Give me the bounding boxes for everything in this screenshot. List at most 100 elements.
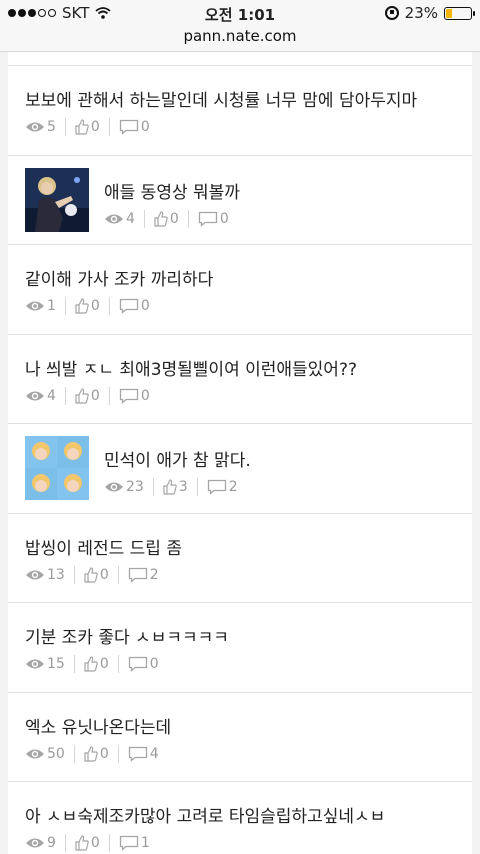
meta-divider <box>196 478 198 496</box>
like-count: 0 <box>75 388 100 404</box>
comment-count: 1 <box>119 835 150 851</box>
like-count: 0 <box>75 835 100 851</box>
like-count: 0 <box>75 298 100 314</box>
post-meta: 4 0 0 <box>104 209 229 228</box>
post-thumbnail <box>25 167 89 232</box>
post-meta: 1 0 0 <box>25 297 150 315</box>
thumbs-up-icon <box>163 479 177 495</box>
thumbs-up-icon <box>75 298 89 314</box>
comment-count: 0 <box>119 119 150 135</box>
post-item[interactable]: 아 ㅅㅂ숙제조카많아 고려로 타임슬립하고싶네ㅅㅂ 9 0 1 <box>8 782 472 854</box>
post-item[interactable]: 애들 동영상 뭐볼까 4 0 0 <box>8 156 472 245</box>
post-meta: 13 0 2 <box>25 565 159 584</box>
eye-icon <box>105 214 123 223</box>
eye-icon <box>26 659 44 669</box>
post-title: 애들 동영상 뭐볼까 <box>104 182 240 203</box>
post-item[interactable]: 밥씽이 레전드 드립 좀 13 0 2 <box>8 514 472 603</box>
thumbs-up-icon <box>75 835 89 851</box>
comment-count: 0 <box>128 656 159 672</box>
thumbs-up-icon <box>75 119 89 135</box>
post-item[interactable]: 보보에 관해서 하는말인데 시청률 너무 맘에 담아두지마 5 0 0 <box>8 66 472 156</box>
url-text: pann.nate.com <box>183 27 297 45</box>
meta-divider <box>64 834 66 852</box>
view-count: 23 <box>104 479 144 495</box>
comment-icon <box>119 119 138 135</box>
comment-icon <box>207 479 226 495</box>
view-count: 15 <box>25 656 65 672</box>
eye-icon <box>26 122 44 132</box>
post-meta: 15 0 0 <box>25 655 159 673</box>
status-bar: SKT 오전 1:01 23% <box>0 0 480 26</box>
view-count: 50 <box>25 746 65 762</box>
thumbs-up-icon <box>154 210 168 227</box>
url-bar[interactable]: pann.nate.com <box>0 26 480 52</box>
wifi-icon <box>95 7 111 19</box>
eye-icon <box>105 482 123 492</box>
view-count: 9 <box>25 835 56 851</box>
view-count: 13 <box>25 567 65 583</box>
battery-percent: 23% <box>404 4 438 22</box>
thumbs-up-icon <box>84 566 98 583</box>
post-list: 보보에 관해서 하는말인데 시청률 너무 맘에 담아두지마 5 0 0 애들 동… <box>8 52 472 854</box>
like-count: 0 <box>84 746 109 762</box>
like-count: 0 <box>84 656 109 672</box>
eye-icon <box>26 391 44 400</box>
post-meta: 9 0 1 <box>25 834 150 852</box>
post-title: 밥씽이 레전드 드립 좀 <box>25 538 182 559</box>
meta-divider <box>108 118 110 136</box>
meta-divider <box>108 297 110 315</box>
like-count: 0 <box>75 119 100 135</box>
battery-icon <box>444 6 475 20</box>
meta-divider <box>73 565 75 584</box>
comment-icon <box>119 835 138 851</box>
post-item[interactable]: 엑소 유닛나온다는데 50 0 4 <box>8 693 472 782</box>
post-title: 민석이 애가 참 맑다. <box>104 451 251 471</box>
like-count: 3 <box>163 479 188 495</box>
meta-divider <box>64 297 66 315</box>
eye-icon <box>26 749 44 758</box>
post-meta: 50 0 4 <box>25 744 159 763</box>
post-meta: 4 0 0 <box>25 386 150 405</box>
eye-icon <box>26 570 44 579</box>
meta-divider <box>152 478 154 496</box>
view-count: 1 <box>25 298 56 314</box>
post-item[interactable]: 기분 조카 좋다 ㅅㅂㅋㅋㅋㅋ 15 0 0 <box>8 603 472 693</box>
clock: 오전 1:01 <box>204 6 276 24</box>
like-count: 0 <box>84 567 109 583</box>
post-title: 같이해 가사 조카 까리하다 <box>25 270 214 290</box>
post-item[interactable]: 나 씌발 ㅈㄴ 최애3명될삘이여 이런애들있어?? 4 0 0 <box>8 335 472 424</box>
post-meta: 23 3 2 <box>104 478 238 496</box>
thumbs-up-icon <box>75 387 89 404</box>
post-meta: 5 0 0 <box>25 118 150 136</box>
comment-count: 4 <box>128 746 159 762</box>
comment-icon <box>128 746 147 762</box>
meta-divider <box>108 386 110 405</box>
rotation-lock-icon <box>384 6 399 20</box>
meta-divider <box>117 744 119 763</box>
carrier-label: SKT <box>62 4 90 22</box>
meta-divider <box>187 209 189 228</box>
post-item[interactable]: 같이해 가사 조카 까리하다 1 0 0 <box>8 245 472 335</box>
like-count: 0 <box>154 211 179 227</box>
meta-divider <box>64 118 66 136</box>
view-count: 4 <box>25 388 56 404</box>
post-item[interactable]: 민석이 애가 참 맑다. 23 3 2 <box>8 424 472 514</box>
signal-strength-icon <box>8 9 56 17</box>
post-title: 보보에 관해서 하는말인데 시청률 너무 맘에 담아두지마 <box>25 91 418 111</box>
comment-count: 0 <box>198 211 229 227</box>
meta-divider <box>117 565 119 584</box>
thumbs-up-icon <box>84 745 98 762</box>
comment-icon <box>119 298 138 314</box>
post-title: 나 씌발 ㅈㄴ 최애3명될삘이여 이런애들있어?? <box>25 359 357 380</box>
post-title: 엑소 유닛나온다는데 <box>25 717 172 738</box>
view-count: 4 <box>104 211 135 227</box>
view-count: 5 <box>25 119 56 135</box>
previous-item-edge <box>8 52 472 66</box>
comment-icon <box>119 388 138 404</box>
meta-divider <box>73 744 75 763</box>
post-title: 기분 조카 좋다 ㅅㅂㅋㅋㅋㅋ <box>25 628 229 648</box>
comment-icon <box>128 567 147 583</box>
thumbs-up-icon <box>84 656 98 672</box>
meta-divider <box>73 655 75 673</box>
post-thumbnail <box>25 436 89 500</box>
